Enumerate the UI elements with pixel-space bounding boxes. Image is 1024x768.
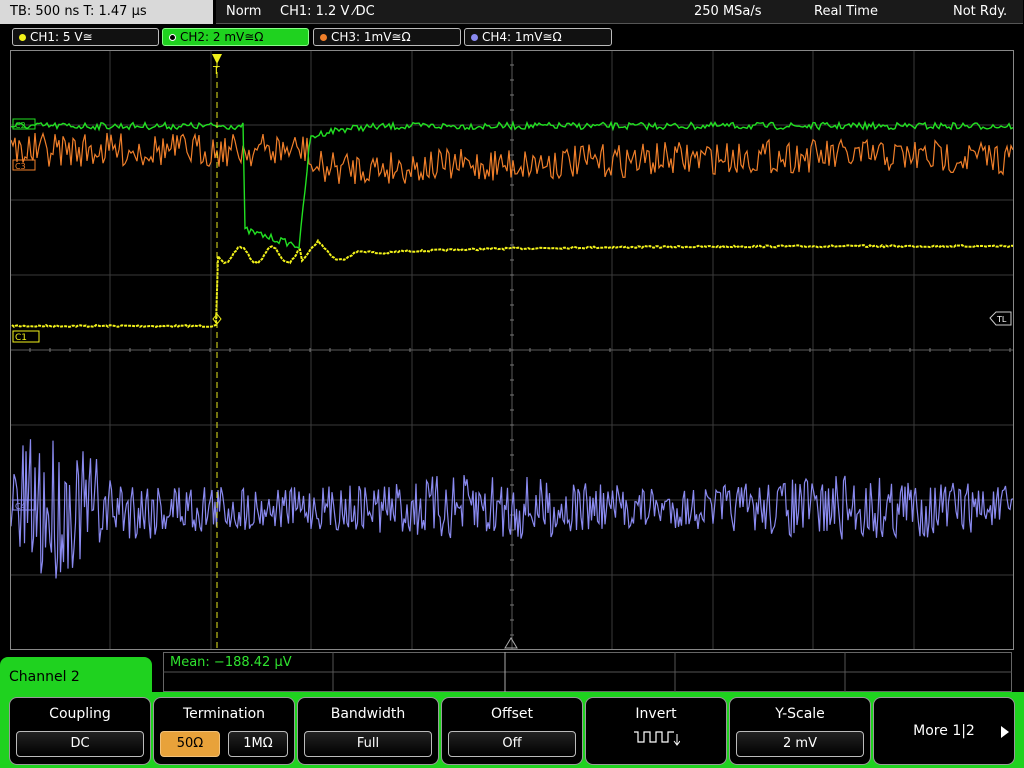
tab-ch2[interactable]: CH2: 2 mV≅Ω (162, 28, 309, 46)
mean-measurement[interactable]: Mean: −188.42 µV (170, 655, 292, 670)
offset-value[interactable]: Off (448, 731, 576, 757)
menu-title: Channel 2 (0, 657, 152, 697)
waveform-display[interactable]: T C2 C3 C1 C4 TL (10, 50, 1014, 650)
tab-ch3[interactable]: CH3: 1mV≅Ω (313, 28, 461, 46)
termination-softkey[interactable]: Termination 50Ω 1MΩ (153, 697, 295, 765)
trigger-mode[interactable]: Norm (226, 0, 261, 23)
coupling-value[interactable]: DC (16, 731, 144, 757)
trigger-status-bar: Norm CH1: 1.2 V ⁄DC 250 MSa/s Real Time … (216, 0, 1023, 24)
more-softkey[interactable]: More 1|2 (873, 697, 1015, 765)
svg-text:TL: TL (996, 315, 1007, 324)
ch1-color-icon (19, 34, 26, 41)
termination-1m-ohm[interactable]: 1MΩ (228, 731, 288, 757)
tab-ch4[interactable]: CH4: 1mV≅Ω (464, 28, 612, 46)
svg-text:C1: C1 (15, 333, 27, 343)
ch2-color-icon (169, 34, 176, 41)
chevron-right-icon (1001, 726, 1009, 738)
trigger-position-icon[interactable] (212, 54, 222, 64)
acquisition-mode: Real Time (814, 4, 878, 19)
ch1-waveform (11, 238, 1014, 329)
svg-text:C3: C3 (15, 162, 26, 171)
y-scale-value[interactable]: 2 mV (736, 731, 864, 757)
svg-text:C2: C2 (15, 121, 26, 130)
more-label: More 1|2 (913, 723, 975, 739)
trigger-source-level[interactable]: CH1: 1.2 V ⁄DC (280, 0, 375, 23)
ready-status: Not Rdy. (953, 4, 1008, 19)
tab-ch1[interactable]: CH1: 5 V≅ (12, 28, 159, 46)
graticule (10, 50, 1014, 650)
termination-50-ohm[interactable]: 50Ω (160, 731, 220, 757)
invert-softkey[interactable]: Invert (585, 697, 727, 765)
trigger-pos-label: T (212, 64, 220, 77)
bandwidth-value[interactable]: Full (304, 731, 432, 757)
offset-softkey[interactable]: Offset Off (441, 697, 583, 765)
svg-text:C4: C4 (15, 502, 26, 511)
ch4-color-icon (471, 34, 478, 41)
sample-rate: 250 MSa/s (694, 4, 762, 19)
y-scale-softkey[interactable]: Y-Scale 2 mV (729, 697, 871, 765)
ch3-color-icon (320, 34, 327, 41)
invert-waveform-icon (634, 731, 680, 746)
bandwidth-softkey[interactable]: Bandwidth Full (297, 697, 439, 765)
center-marker-icon (504, 637, 518, 649)
coupling-softkey[interactable]: Coupling DC (9, 697, 151, 765)
timebase-readout[interactable]: TB: 500 ns T: 1.47 µs (0, 0, 213, 24)
